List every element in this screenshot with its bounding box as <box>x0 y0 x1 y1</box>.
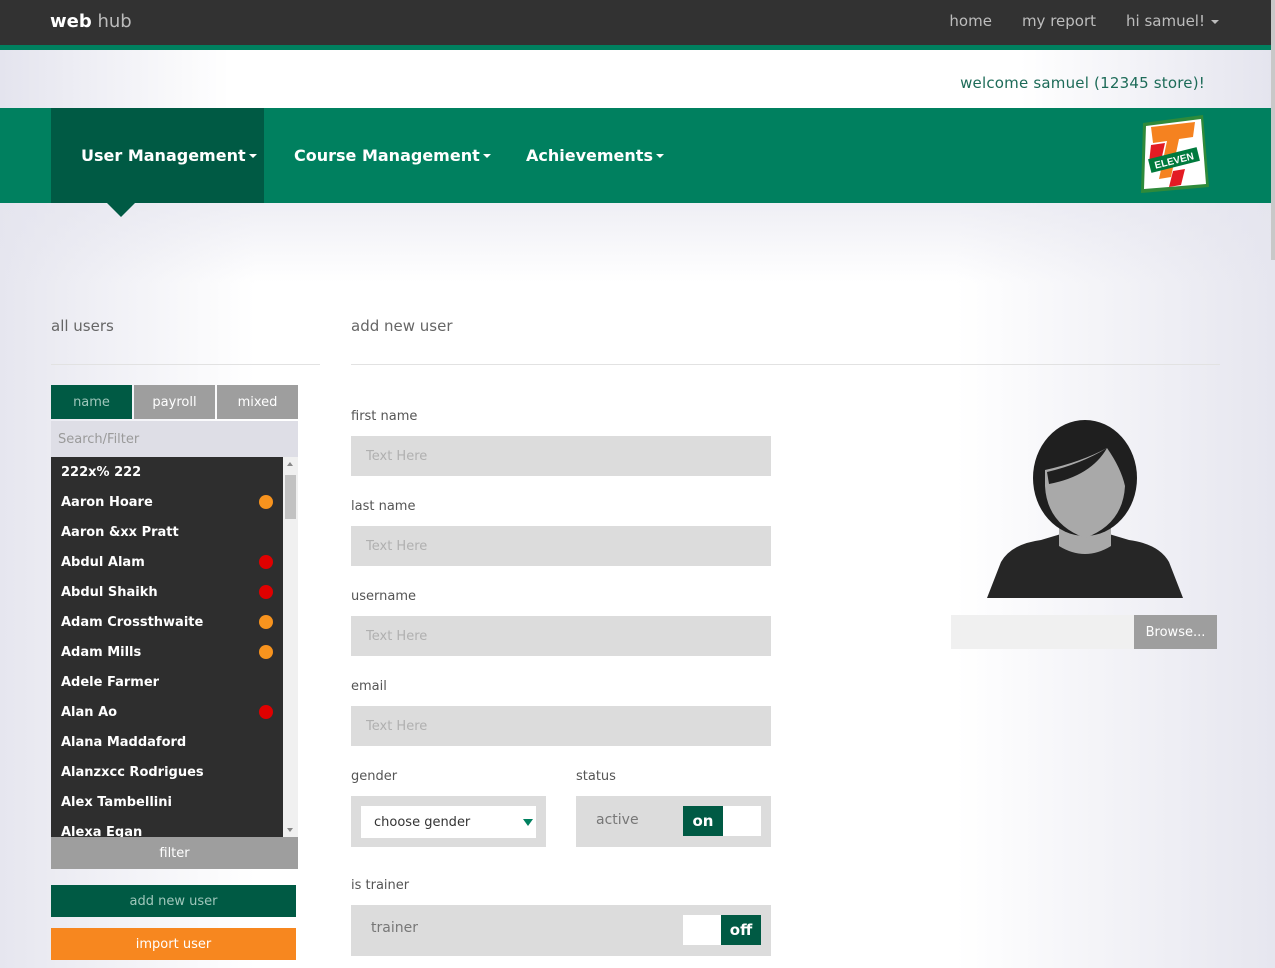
status-dot-icon <box>259 615 273 629</box>
last-name-field[interactable] <box>351 526 771 566</box>
user-name: Aaron Hoare <box>61 494 153 510</box>
scroll-down-icon[interactable] <box>287 828 293 832</box>
content-shade <box>0 203 1275 283</box>
top-nav: home my report hi samuel! <box>949 12 1219 30</box>
list-item[interactable]: Aaron Hoare <box>51 487 283 517</box>
user-name: Aaron &xx Pratt <box>61 524 179 540</box>
browse-button[interactable]: Browse... <box>1134 615 1217 649</box>
list-item[interactable]: Alanzxcc Rodrigues <box>51 757 283 787</box>
list-item[interactable]: Adele Farmer <box>51 667 283 697</box>
username-field[interactable] <box>351 616 771 656</box>
nav-home-link[interactable]: home <box>949 12 992 30</box>
username-label: username <box>351 589 416 604</box>
nav-user-management[interactable]: User Management <box>51 108 264 203</box>
scroll-thumb[interactable] <box>285 475 296 519</box>
trainer-text: trainer <box>371 920 418 936</box>
list-item[interactable]: Abdul Shaikh <box>51 577 283 607</box>
all-users-title: all users <box>51 317 114 335</box>
chevron-down-icon <box>655 153 664 158</box>
avatar-placeholder-icon <box>987 420 1183 598</box>
list-item[interactable]: Aaron &xx Pratt <box>51 517 283 547</box>
divider <box>351 364 1220 365</box>
user-greeting: hi samuel! <box>1126 12 1205 30</box>
tab-payroll[interactable]: payroll <box>134 385 215 419</box>
chevron-down-icon <box>482 153 491 158</box>
top-bar: web hub home my report hi samuel! <box>0 0 1275 45</box>
user-name: Alan Ao <box>61 704 118 720</box>
gender-label: gender <box>351 769 398 784</box>
nav-user-management-label: User Management <box>81 146 246 165</box>
gender-select[interactable]: choose gender <box>361 806 536 838</box>
list-item[interactable]: 222x% 222 <box>51 457 283 487</box>
first-name-label: first name <box>351 409 418 424</box>
nav-course-management-label: Course Management <box>294 146 480 165</box>
user-name: Adele Farmer <box>61 674 160 690</box>
user-list-scrollbar[interactable] <box>283 457 298 837</box>
gender-container: choose gender <box>351 796 546 847</box>
app-brand[interactable]: web hub <box>50 11 132 32</box>
gender-select-value: choose gender <box>374 814 471 830</box>
user-name: 222x% 222 <box>61 464 142 480</box>
trainer-toggle[interactable]: off <box>683 915 761 945</box>
list-item[interactable]: Alex Tambellini <box>51 787 283 817</box>
status-dot-icon <box>259 495 273 509</box>
status-toggle[interactable]: on <box>683 806 761 836</box>
filter-button[interactable]: filter <box>51 837 298 869</box>
chevron-down-icon <box>1211 19 1219 24</box>
status-dot-icon <box>259 705 273 719</box>
nav-achievements-label: Achievements <box>526 146 653 165</box>
user-name: Adam Mills <box>61 644 142 660</box>
tab-name[interactable]: name <box>51 385 132 419</box>
user-name: Adam Crossthwaite <box>61 614 204 630</box>
last-name-label: last name <box>351 499 416 514</box>
user-list[interactable]: 222x% 222 Aaron Hoare Aaron &xx Pratt Abdul… <box>51 457 298 837</box>
trainer-container: trainer off <box>351 905 771 956</box>
import-user-button[interactable]: import user <box>51 928 296 960</box>
search-input[interactable] <box>51 421 298 457</box>
file-path-field[interactable] <box>951 615 1134 649</box>
sort-tabs: name payroll mixed <box>51 385 298 419</box>
chevron-down-icon <box>248 153 257 158</box>
user-menu[interactable]: hi samuel! <box>1126 12 1219 30</box>
main-nav: User Management Course Management Achiev… <box>0 108 1275 203</box>
is-trainer-label: is trainer <box>351 878 410 893</box>
list-item[interactable]: Adam Crossthwaite <box>51 607 283 637</box>
user-name: Alanzxcc Rodrigues <box>61 764 204 780</box>
nav-achievements[interactable]: Achievements <box>526 108 664 203</box>
first-name-field[interactable] <box>351 436 771 476</box>
list-item[interactable]: Alexa Egan <box>51 817 283 838</box>
welcome-band: welcome samuel (12345 store)! <box>0 50 1275 108</box>
nav-course-management[interactable]: Course Management <box>294 108 491 203</box>
page-scrollbar[interactable] <box>1271 0 1275 260</box>
status-label: status <box>576 769 616 784</box>
status-dot-icon <box>259 645 273 659</box>
welcome-message: welcome samuel (12345 store)! <box>960 74 1205 92</box>
add-new-user-button[interactable]: add new user <box>51 885 296 917</box>
user-name: Alex Tambellini <box>61 794 172 810</box>
dropdown-arrow-icon <box>523 819 533 826</box>
add-new-user-title: add new user <box>351 317 453 335</box>
nav-my-report-link[interactable]: my report <box>1022 12 1096 30</box>
divider <box>51 364 320 365</box>
user-name: Abdul Alam <box>61 554 145 570</box>
status-dot-icon <box>259 555 273 569</box>
list-item[interactable]: Alan Ao <box>51 697 283 727</box>
status-dot-icon <box>259 585 273 599</box>
7-eleven-logo: ELEVEN <box>1141 115 1209 193</box>
scroll-up-icon[interactable] <box>287 462 293 466</box>
user-name: Alana Maddaford <box>61 734 187 750</box>
status-toggle-knob: on <box>683 806 723 836</box>
active-nav-pointer <box>107 203 135 217</box>
email-field[interactable] <box>351 706 771 746</box>
user-name: Alexa Egan <box>61 824 143 838</box>
trainer-toggle-knob: off <box>721 915 761 945</box>
status-text: active <box>596 812 639 828</box>
list-item[interactable]: Alana Maddaford <box>51 727 283 757</box>
tab-mixed[interactable]: mixed <box>217 385 298 419</box>
list-item[interactable]: Adam Mills <box>51 637 283 667</box>
user-name: Abdul Shaikh <box>61 584 158 600</box>
status-container: active on <box>576 796 771 847</box>
email-label: email <box>351 679 387 694</box>
list-item[interactable]: Abdul Alam <box>51 547 283 577</box>
